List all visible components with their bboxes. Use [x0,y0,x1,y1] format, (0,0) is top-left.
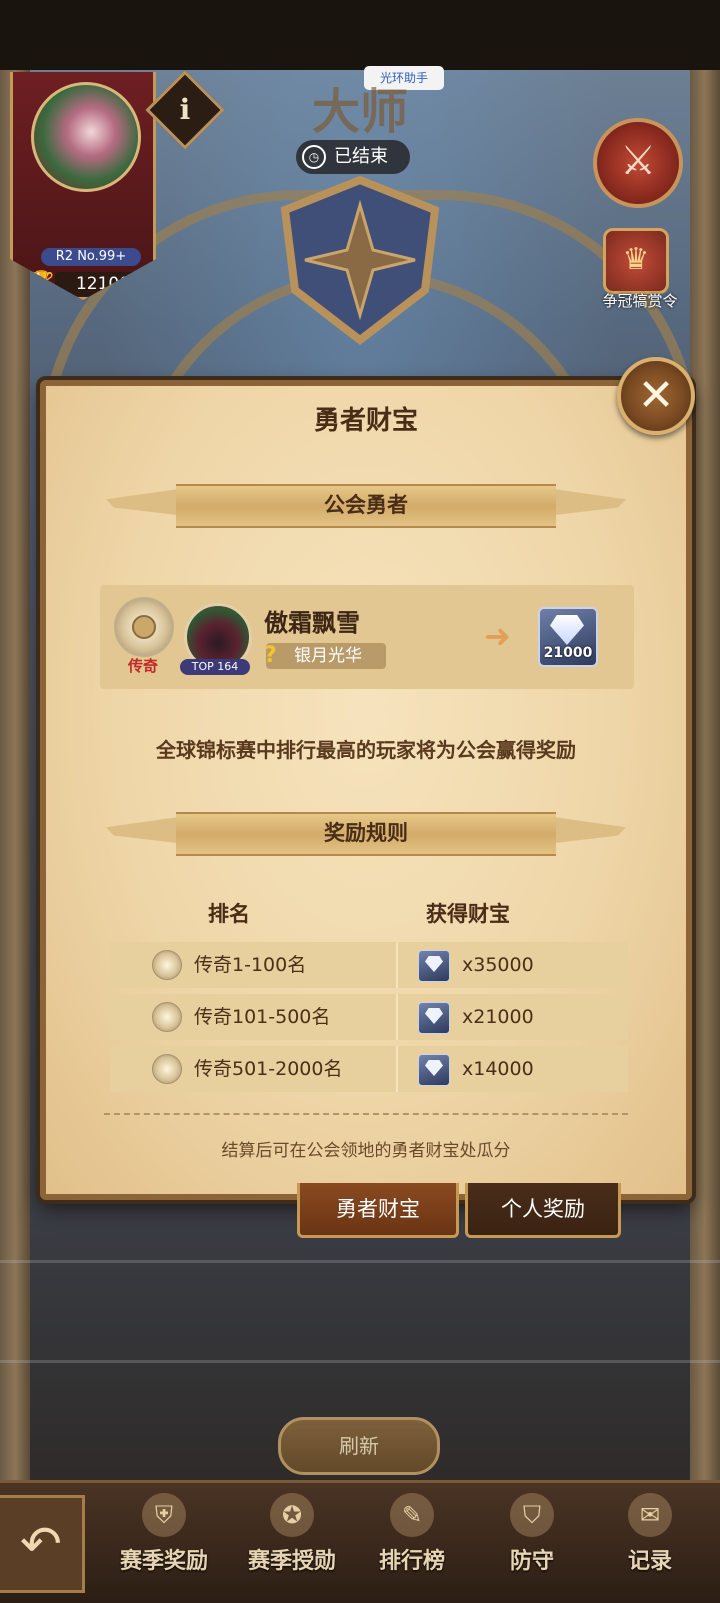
tab-hero-treasure[interactable]: 勇者财宝 [297,1183,459,1238]
dashed-divider [104,1113,628,1115]
section-title-rules: 奖励规则 [324,821,408,845]
arrow-right-icon: ➜ [484,617,511,655]
footer-note: 结算后可在公会领地的勇者财宝处瓜分 [221,1141,511,1161]
player-top-tag: TOP 164 [180,659,250,675]
section-ribbon: 奖励规则 [106,806,626,858]
cell-divider [396,994,398,1040]
reward-amount: 21000 [543,645,593,661]
section-ribbon: 公会勇者 [106,478,626,530]
floor-line [0,1260,720,1263]
nav-label: 防守 [509,1549,554,1574]
nav-label: 赛季授勋 [247,1549,336,1574]
floor-line [0,1360,720,1363]
crown-reward-label[interactable]: 争冠犒赏令 [585,290,695,311]
reward-description: 全球锦标赛中排行最高的玩家将为公会赢得奖励 [156,738,576,762]
pillar-left [0,70,30,1480]
treasure-qty: x14000 [462,1058,534,1080]
crossed-axes-icon[interactable]: ⚔ [593,118,683,208]
section-title-guild-hero: 公会勇者 [324,493,408,517]
rank-range: 传奇101-500名 [194,1006,331,1028]
table-row: 传奇501-2000名 x14000 [110,1046,628,1092]
season-title: 大师 [311,84,408,140]
bottom-nav: ↶ ⛨ 赛季奖励 ✪ 赛季授勋 ✎ 排行榜 ⛉ 防守 ✉ 记录 [0,1480,720,1603]
pillar-right [690,70,720,1480]
diamond-icon [418,1054,450,1086]
column-header-treasure: 获得财宝 [426,902,510,926]
legend-tier-icon [152,1002,182,1032]
modal-title: 勇者财宝 [313,406,418,436]
nav-label: 排行榜 [378,1549,445,1574]
diamond-icon [418,950,450,982]
nav-defense[interactable]: ⛉ 防守 [472,1483,592,1603]
guild-badge: ? 银月光华 [264,643,386,669]
nav-leaderboard[interactable]: ✎ 排行榜 [352,1483,472,1603]
cell-divider [396,1046,398,1092]
champion-card[interactable]: 传奇 TOP 164 傲霜飘雪 ? 银月光华 ➜ 21000 [100,585,634,689]
treasure-modal: 勇者财宝 公会勇者 传奇 TOP 164 傲霜飘雪 ? 银月光华 ➜ 21000… [40,380,692,1200]
diamond-icon [418,1002,450,1034]
status-bar [0,0,720,70]
diamond-reward[interactable]: 21000 [538,607,598,667]
nav-season-honors[interactable]: ✪ 赛季授勋 [232,1483,352,1603]
legend-tier-icon [114,597,174,657]
refresh-button[interactable]: 刷新 [278,1417,440,1475]
info-icon: i [179,93,191,126]
legend-tier-icon [152,950,182,980]
nav-label: 赛季奖励 [119,1549,208,1574]
treasure-qty: x21000 [462,1006,534,1028]
nav-season-rewards[interactable]: ⛨ 赛季奖励 [104,1483,224,1603]
winged-shield-emblem [280,175,440,346]
scroll-icon: ✎ [390,1493,434,1537]
rank-range: 传奇501-2000名 [194,1058,343,1080]
treasure-qty: x35000 [462,954,534,976]
shield-icon: ⛉ [510,1493,554,1537]
helmet-icon: ⛨ [142,1493,186,1537]
close-button[interactable]: ✕ [617,357,695,435]
table-row: 传奇1-100名 x35000 [110,942,628,988]
table-row: 传奇101-500名 x21000 [110,994,628,1040]
crown-reward-icon[interactable]: ♛ [603,228,669,294]
profile-avatar [31,82,141,192]
cell-divider [396,942,398,988]
guild-name: 银月光华 [294,646,362,666]
legend-tier-label: 传奇 [127,657,158,675]
question-icon: ? [264,643,277,668]
rank-range: 传奇1-100名 [194,954,307,976]
profile-card[interactable]: R2 No.99+ 🏆 12100 [10,72,156,300]
back-button[interactable]: ↶ [0,1495,85,1593]
profile-rank: R2 No.99+ [41,248,141,266]
tab-personal-reward[interactable]: 个人奖励 [465,1183,621,1238]
diamond-icon [550,615,584,645]
record-icon: ✉ [628,1493,672,1537]
player-name: 傲霜飘雪 [264,609,360,637]
column-header-rank: 排名 [208,902,250,926]
nav-label: 记录 [627,1549,672,1574]
legend-tier-icon [152,1054,182,1084]
nav-records[interactable]: ✉ 记录 [590,1483,710,1603]
medal-icon: ✪ [270,1493,314,1537]
